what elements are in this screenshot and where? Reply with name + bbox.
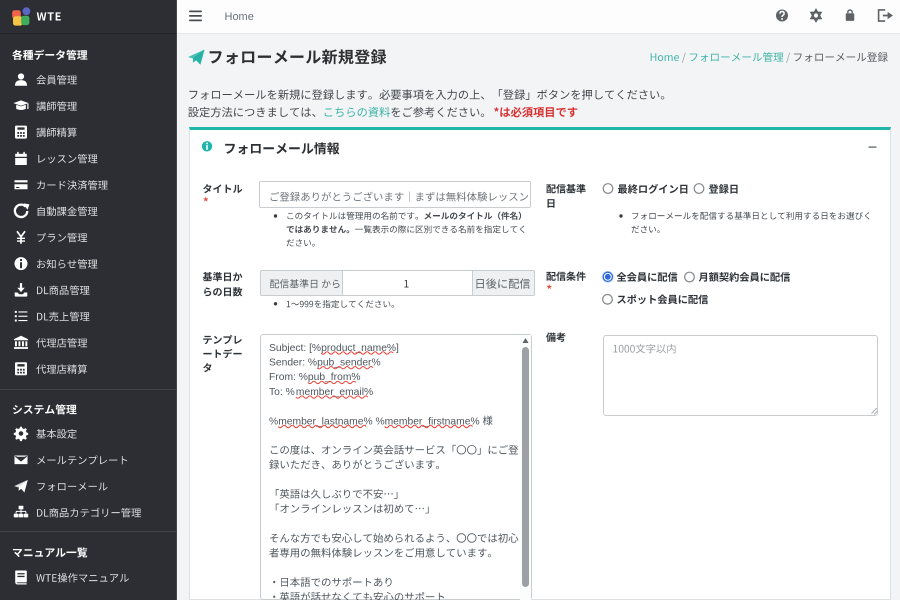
svg-text:From: %: From: % <box>269 372 308 383</box>
svg-text:% %: % % <box>364 416 385 427</box>
svg-text:%: % <box>269 416 278 427</box>
svg-text:Sender: %: Sender: % <box>269 358 317 369</box>
svg-text:product_name: product_name <box>321 343 387 354</box>
svg-text:To: %: To: % <box>269 387 295 398</box>
svg-text:member_email: member_email <box>296 387 364 398</box>
svg-text:Home: Home <box>225 11 254 23</box>
svg-text:Subject: [%: Subject: [% <box>269 343 321 354</box>
